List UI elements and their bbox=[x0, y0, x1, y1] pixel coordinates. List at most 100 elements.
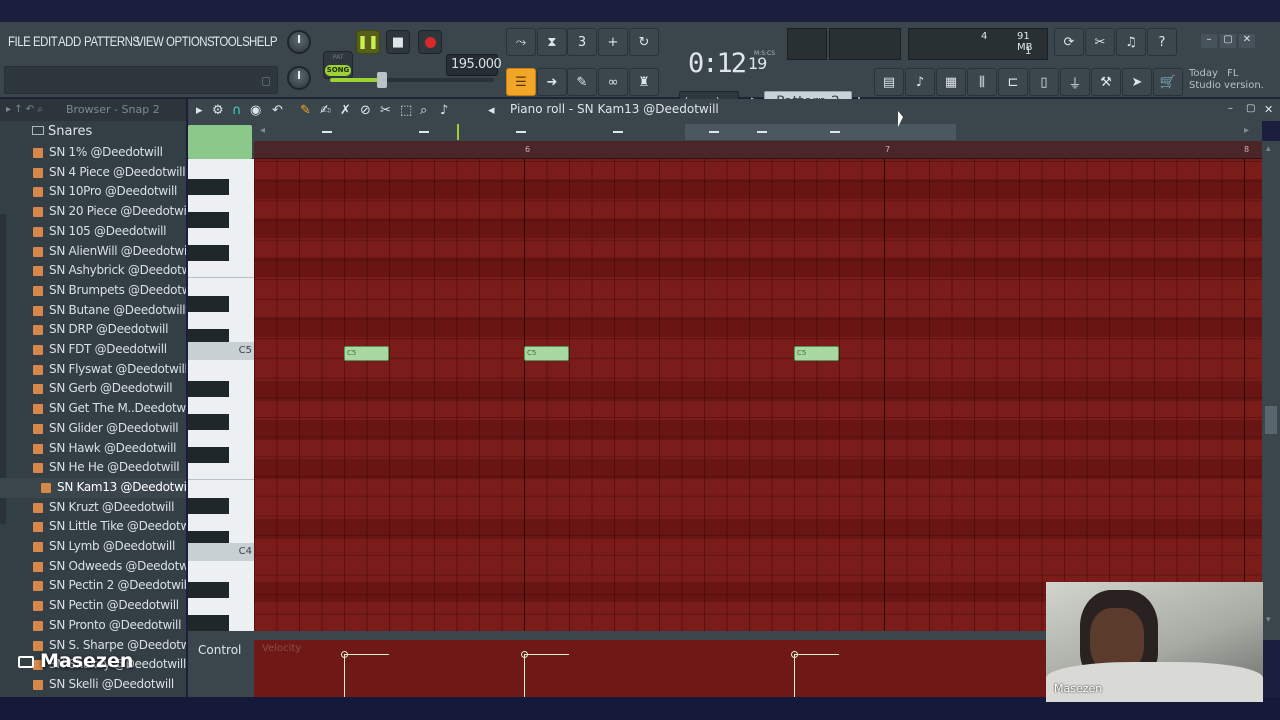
browser-nav-icons[interactable]: ▸ ↑ ↶ ⌕ bbox=[6, 104, 43, 115]
snap-forward-button[interactable]: ➜ bbox=[537, 68, 567, 96]
browser-item[interactable]: SN Butane @Deedotwill bbox=[0, 301, 186, 321]
browser-item[interactable]: SN Kruzt @Deedotwill bbox=[0, 498, 186, 518]
black-key[interactable] bbox=[188, 381, 229, 397]
wait-input-button[interactable]: ⧗ bbox=[537, 28, 567, 56]
browser-item[interactable]: SN Get The M..Deedotwill bbox=[0, 399, 186, 419]
pat-song-toggle[interactable]: PAT SONG bbox=[323, 51, 353, 79]
browser-item[interactable]: SN 4 Piece @Deedotwill bbox=[0, 163, 186, 183]
browser-item[interactable]: SN He He @Deedotwill bbox=[0, 458, 186, 478]
menu-help[interactable]: HELP bbox=[249, 33, 278, 49]
help-button[interactable]: ? bbox=[1147, 28, 1177, 56]
tempo-display[interactable]: 195.000 bbox=[446, 54, 502, 76]
menu-tools[interactable]: TOOLS bbox=[213, 33, 250, 49]
velocity-stem[interactable] bbox=[344, 654, 345, 697]
project-info-icon[interactable]: ▯ bbox=[1029, 68, 1059, 96]
browser-item[interactable]: SN 20 Piece @Deedotwill bbox=[0, 202, 186, 222]
scroll-down-icon[interactable]: ▾ bbox=[1266, 615, 1271, 625]
browser-item[interactable]: SN Little Tike @Deedotwill bbox=[0, 517, 186, 537]
control-label[interactable]: Control bbox=[198, 643, 241, 657]
maximize-icon[interactable]: ▢ bbox=[1220, 34, 1236, 48]
play-circle-icon[interactable]: ◉ bbox=[250, 103, 261, 118]
send-icon[interactable]: ➤ bbox=[1122, 68, 1152, 96]
select-tool-icon[interactable]: ⬚ bbox=[400, 103, 412, 118]
plugin-icon[interactable]: ⏚ bbox=[1060, 68, 1090, 96]
delete-tool-icon[interactable]: ✗ bbox=[340, 103, 351, 118]
black-key[interactable] bbox=[188, 615, 229, 631]
master-volume-slider-track[interactable] bbox=[382, 78, 494, 82]
browser-item[interactable]: SN 10Pro @Deedotwill bbox=[0, 182, 186, 202]
black-key[interactable] bbox=[188, 447, 229, 463]
browser-item[interactable]: SN Hawk @Deedotwill bbox=[0, 439, 186, 459]
browser-item[interactable]: SN Glider @Deedotwill bbox=[0, 419, 186, 439]
browser-item[interactable]: SN Flyswat @Deedotwill bbox=[0, 360, 186, 380]
shop-icon[interactable]: 🛒 bbox=[1153, 68, 1183, 96]
browser-item[interactable]: SN Lymb @Deedotwill bbox=[0, 537, 186, 557]
browser-item[interactable]: SN Gerb @Deedotwill bbox=[0, 379, 186, 399]
countdown-button[interactable]: 3 bbox=[567, 28, 597, 56]
browser-item[interactable]: SN 105 @Deedotwill bbox=[0, 222, 186, 242]
horizontal-scrollbar[interactable]: ▸ ◂ bbox=[254, 121, 1262, 141]
scroll-up-icon[interactable]: ▴ bbox=[1266, 144, 1271, 154]
note-grid[interactable]: C5 C5 C5 bbox=[254, 111, 1262, 631]
vertical-scrollbar[interactable]: ▴ ▾ bbox=[1262, 141, 1280, 631]
browser-item[interactable]: SN FDT @Deedotwill bbox=[0, 340, 186, 360]
browser-item[interactable]: SN 1% @Deedotwill bbox=[0, 143, 186, 163]
piano-keyboard[interactable]: C5 C4 bbox=[188, 159, 254, 631]
menu-view[interactable]: VIEW bbox=[136, 33, 164, 49]
metronome-button[interactable]: ⤳ bbox=[506, 28, 536, 56]
browser-item[interactable]: SN Pronto @Deedotwill bbox=[0, 616, 186, 636]
step-edit-button[interactable]: ☰ bbox=[506, 68, 536, 96]
black-key[interactable] bbox=[188, 212, 229, 228]
channel-rack-icon[interactable]: ▦ bbox=[936, 68, 966, 96]
tools-icon[interactable]: ⚒ bbox=[1091, 68, 1121, 96]
news-panel[interactable]: Today FL Studio version. bbox=[1189, 68, 1264, 92]
browser-folder-snares[interactable]: Snares bbox=[32, 124, 92, 139]
menu-edit[interactable]: EDIT bbox=[33, 33, 58, 49]
note-c5[interactable]: C5 bbox=[344, 346, 389, 361]
master-volume-knob[interactable] bbox=[287, 30, 311, 54]
velocity-stem[interactable] bbox=[524, 654, 525, 697]
speaker-icon[interactable]: ◂ bbox=[488, 103, 495, 118]
zoom-tool-icon[interactable]: ⌕ bbox=[420, 103, 427, 118]
blend-notes-button[interactable]: + bbox=[598, 28, 628, 56]
link-button[interactable]: ∞ bbox=[598, 68, 628, 96]
loop-record-button[interactable]: ↻ bbox=[629, 28, 659, 56]
mute-tool-icon[interactable]: ⊘ bbox=[360, 103, 371, 118]
undo-icon[interactable]: ↶ bbox=[272, 103, 283, 118]
paint-brush-icon[interactable]: ✍ bbox=[320, 103, 331, 118]
pr-maximize-icon[interactable]: ▢ bbox=[1246, 103, 1255, 114]
slice-tool-icon[interactable]: ✂ bbox=[380, 103, 391, 118]
time-display[interactable]: 0:12 19 M:S:CS bbox=[688, 48, 778, 80]
pencil-icon[interactable]: ✎ bbox=[300, 103, 311, 118]
browser-item[interactable]: SN Skelli @Deedotwill bbox=[0, 675, 186, 695]
browser-toggle-icon[interactable]: ⊏ bbox=[998, 68, 1028, 96]
browser-item[interactable]: SN DRP @Deedotwill bbox=[0, 320, 186, 340]
stop-button[interactable]: ■ bbox=[386, 30, 410, 54]
piano-roll-icon[interactable]: ♪ bbox=[905, 68, 935, 96]
lock-icon[interactable] bbox=[262, 77, 270, 86]
menu-patterns[interactable]: PATTERNS bbox=[84, 33, 140, 49]
mixer-icon[interactable]: ⫼ bbox=[967, 68, 997, 96]
browser-item[interactable]: SN Kam13 @Deedotwill bbox=[0, 477, 186, 498]
velocity-stem[interactable] bbox=[794, 654, 795, 697]
scroll-left-icon[interactable]: ◂ bbox=[260, 125, 265, 136]
master-volume-slider-handle[interactable] bbox=[377, 72, 387, 88]
playlist-icon[interactable]: ▤ bbox=[874, 68, 904, 96]
browser-item[interactable]: SN AlienWill @Deedotwill bbox=[0, 242, 186, 262]
note-c5[interactable]: C5 bbox=[524, 346, 569, 361]
pr-menu-arrow-icon[interactable]: ▸ bbox=[196, 103, 203, 118]
key-c4-label[interactable]: C4 bbox=[188, 543, 254, 561]
black-key[interactable] bbox=[188, 414, 229, 430]
black-key[interactable] bbox=[188, 582, 229, 598]
channel-color-tab[interactable] bbox=[188, 125, 252, 159]
cut-tool-button[interactable]: ✂ bbox=[1085, 28, 1115, 56]
time-ruler[interactable]: 6 7 8 bbox=[254, 141, 1262, 159]
browser-item[interactable]: SN Brumpets @Deedotwill bbox=[0, 281, 186, 301]
browser-item[interactable]: SN Ashybrick @Deedotwill bbox=[0, 261, 186, 281]
undo-history-button[interactable]: ⟳ bbox=[1054, 28, 1084, 56]
black-key[interactable] bbox=[188, 498, 229, 514]
browser-item[interactable]: SN Pectin 2 @Deedotwill bbox=[0, 576, 186, 596]
menu-file[interactable]: FILE bbox=[8, 33, 31, 49]
piano-roll-titlebar[interactable]: ▸ ⚙ ∩ ◉ ↶ ✎ ✍ ✗ ⊘ ✂ ⬚ ⌕ ♪ ◂ Piano roll -… bbox=[188, 99, 1280, 121]
key-c5-label[interactable]: C5 bbox=[188, 342, 254, 360]
